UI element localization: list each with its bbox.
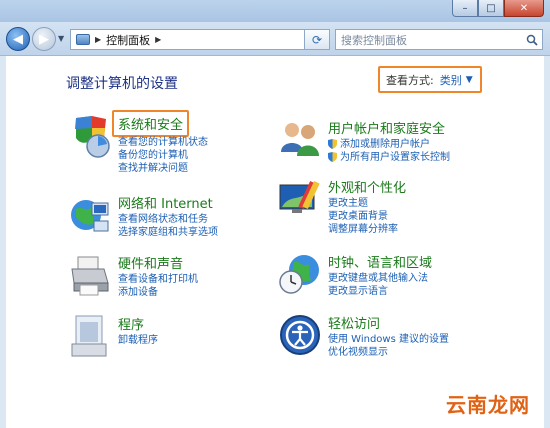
link-devices-printers[interactable]: 查看设备和打印机: [118, 273, 198, 286]
link-parental-controls[interactable]: 为所有用户设置家长控制: [328, 151, 450, 164]
forward-arrow-icon: ▶: [39, 31, 49, 47]
close-button[interactable]: ✕: [504, 0, 544, 17]
appearance-monitor-icon: [278, 177, 322, 221]
forward-button[interactable]: ▶: [32, 27, 56, 51]
link-add-remove-accounts[interactable]: 添加或删除用户帐户: [328, 138, 450, 151]
link-find-fix-problems[interactable]: 查找并解决问题: [118, 162, 208, 175]
link-text[interactable]: 为所有用户设置家长控制: [340, 151, 450, 164]
uac-shield-icon: [328, 152, 337, 163]
search-input[interactable]: 搜索控制面板: [341, 32, 407, 48]
breadcrumb-control-panel[interactable]: 控制面板: [106, 32, 150, 48]
navigation-bar: ◀ ▶ ▼ ▶ 控制面板 ▶ ▼ ⟳ 搜索控制面板: [0, 22, 550, 56]
category-title[interactable]: 硬件和声音: [118, 253, 183, 272]
refresh-button[interactable]: ⟳: [304, 29, 330, 50]
minimize-button[interactable]: –: [452, 0, 478, 17]
category-title[interactable]: 用户帐户和家庭安全: [328, 118, 445, 137]
link-view-computer-status[interactable]: 查看您的计算机状态: [118, 136, 208, 149]
maximize-button[interactable]: □: [478, 0, 504, 17]
link-homegroup-sharing[interactable]: 选择家庭组和共享选项: [118, 226, 218, 239]
search-box[interactable]: 搜索控制面板: [335, 29, 543, 50]
refresh-icon: ⟳: [311, 32, 323, 47]
link-windows-recommended[interactable]: 使用 Windows 建议的设置: [328, 333, 449, 346]
link-uninstall-program[interactable]: 卸载程序: [118, 334, 158, 347]
category-title[interactable]: 时钟、语言和区域: [328, 252, 432, 271]
control-panel-icon: [76, 34, 90, 45]
category-title[interactable]: 轻松访问: [328, 313, 380, 332]
breadcrumb-separator-icon[interactable]: ▶: [95, 35, 101, 44]
link-network-status[interactable]: 查看网络状态和任务: [118, 213, 218, 226]
breadcrumb-separator-icon[interactable]: ▶: [155, 35, 161, 44]
search-icon[interactable]: [522, 30, 542, 49]
link-optimize-display[interactable]: 优化视频显示: [328, 346, 449, 359]
view-by-value[interactable]: 类别: [440, 72, 462, 88]
network-globe-icon: [68, 193, 112, 237]
link-change-keyboard[interactable]: 更改键盘或其他输入法: [328, 272, 428, 285]
link-change-theme[interactable]: 更改主题: [328, 197, 398, 210]
window-controls: – □ ✕: [452, 0, 544, 17]
ease-of-access-icon: [278, 313, 322, 357]
link-display-language[interactable]: 更改显示语言: [328, 285, 428, 298]
system-security-icon: [68, 114, 112, 158]
history-dropdown-icon[interactable]: ▼: [58, 34, 64, 43]
watermark: 云南龙网: [446, 393, 530, 417]
category-title[interactable]: 程序: [118, 314, 144, 333]
users-icon: [278, 118, 322, 162]
title-bar: – □ ✕: [0, 0, 550, 22]
link-screen-resolution[interactable]: 调整屏幕分辨率: [328, 223, 398, 236]
back-arrow-icon: ◀: [13, 31, 23, 47]
category-title[interactable]: 外观和个性化: [328, 177, 406, 196]
chevron-down-icon[interactable]: ▼: [466, 75, 473, 85]
uac-shield-icon: [328, 139, 337, 150]
link-backup-computer[interactable]: 备份您的计算机: [118, 149, 208, 162]
clock-globe-icon: [278, 252, 322, 296]
programs-box-icon: [68, 314, 112, 358]
category-title[interactable]: 网络和 Internet: [118, 193, 213, 212]
category-title[interactable]: 系统和安全: [112, 110, 190, 137]
link-desktop-background[interactable]: 更改桌面背景: [328, 210, 398, 223]
link-add-device[interactable]: 添加设备: [118, 286, 198, 299]
view-by-label: 查看方式:: [386, 73, 434, 87]
page-title: 调整计算机的设置: [66, 76, 178, 92]
printer-icon: [68, 253, 112, 297]
link-text[interactable]: 添加或删除用户帐户: [340, 138, 430, 151]
main-content: 调整计算机的设置 查看方式: 类别 ▼ 系统和安全 查看您的计算机状态 备份您的…: [0, 56, 550, 428]
address-bar[interactable]: ▶ 控制面板 ▶ ▼: [70, 29, 330, 50]
view-by-selector[interactable]: 查看方式: 类别 ▼: [378, 66, 482, 93]
back-button[interactable]: ◀: [6, 27, 30, 51]
